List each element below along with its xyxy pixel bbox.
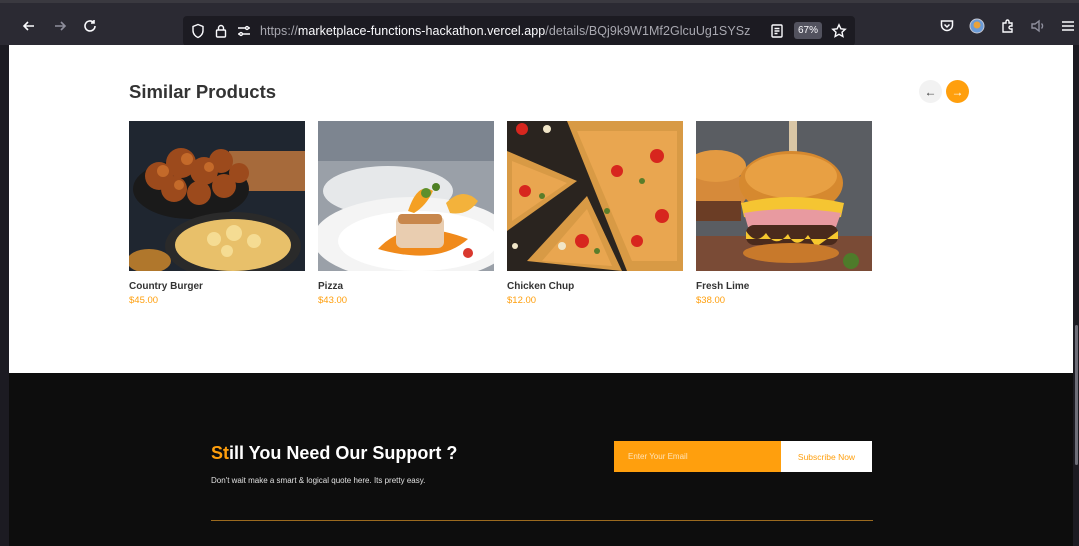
footer-divider xyxy=(211,520,873,521)
forward-icon[interactable] xyxy=(49,15,71,37)
pocket-icon[interactable] xyxy=(936,15,958,37)
product-price: $43.00 xyxy=(318,295,348,306)
extensions-icon[interactable] xyxy=(997,15,1019,37)
subscribe-button[interactable]: Subscribe Now xyxy=(781,441,872,472)
support-title-rest: ill You Need Our Support ? xyxy=(229,443,458,463)
support-subtitle: Don't wait make a smart & logical quote … xyxy=(211,476,426,485)
product-price: $45.00 xyxy=(129,295,159,306)
page-scrollbar[interactable] xyxy=(1073,45,1079,546)
url-bar[interactable]: https://marketplace-functions-hackathon.… xyxy=(183,16,855,46)
account-icon[interactable] xyxy=(966,15,988,37)
url-text[interactable]: https://marketplace-functions-hackathon.… xyxy=(260,24,750,38)
reload-icon[interactable] xyxy=(79,15,101,37)
menu-icon[interactable] xyxy=(1057,15,1079,37)
product-name[interactable]: Pizza xyxy=(318,281,343,292)
back-icon[interactable] xyxy=(18,15,40,37)
product-card[interactable]: Pizza $43.00 xyxy=(318,121,494,306)
product-card[interactable]: Country Burger $45.00 xyxy=(129,121,305,306)
similar-products-title: Similar Products xyxy=(129,81,277,102)
arrow-left-icon: ← xyxy=(924,84,937,99)
browser-toolbar: https://marketplace-functions-hackathon.… xyxy=(0,0,1079,46)
carousel-prev-button[interactable]: ← xyxy=(919,80,942,103)
product-name[interactable]: Country Burger xyxy=(129,281,203,292)
url-domain: marketplace-functions-hackathon.vercel.a… xyxy=(297,24,546,38)
scrollbar-thumb[interactable] xyxy=(1075,325,1078,465)
email-input[interactable] xyxy=(614,441,781,472)
arrow-right-icon: → xyxy=(951,84,964,99)
product-price: $12.00 xyxy=(507,295,537,306)
product-name[interactable]: Fresh Lime xyxy=(696,281,749,292)
product-name[interactable]: Chicken Chup xyxy=(507,281,574,292)
product-image[interactable] xyxy=(318,121,494,271)
support-title-highlight: St xyxy=(211,443,229,463)
product-card[interactable]: Chicken Chup $12.00 xyxy=(507,121,683,306)
support-title: Still You Need Our Support ? xyxy=(211,443,457,464)
shield-icon[interactable] xyxy=(190,23,206,39)
product-card[interactable]: Fresh Lime $38.00 xyxy=(696,121,872,306)
speaker-icon[interactable] xyxy=(1027,15,1049,37)
bookmark-star-icon[interactable] xyxy=(831,23,847,39)
product-image[interactable] xyxy=(696,121,872,271)
reader-view-icon[interactable] xyxy=(769,23,785,39)
permissions-icon[interactable] xyxy=(236,23,252,39)
lock-icon[interactable] xyxy=(213,23,229,39)
footer-support-section: Still You Need Our Support ? Don't wait … xyxy=(9,373,1073,546)
carousel-next-button[interactable]: → xyxy=(946,80,969,103)
url-path: /details/BQj9k9W1Mf2GlcuUg1SYSz xyxy=(545,24,751,38)
product-price: $38.00 xyxy=(696,295,726,306)
product-image[interactable] xyxy=(129,121,305,271)
zoom-level-badge[interactable]: 67% xyxy=(794,22,822,39)
page-content: Similar Products ← → Country Burger $45.… xyxy=(9,45,1073,546)
product-image[interactable] xyxy=(507,121,683,271)
